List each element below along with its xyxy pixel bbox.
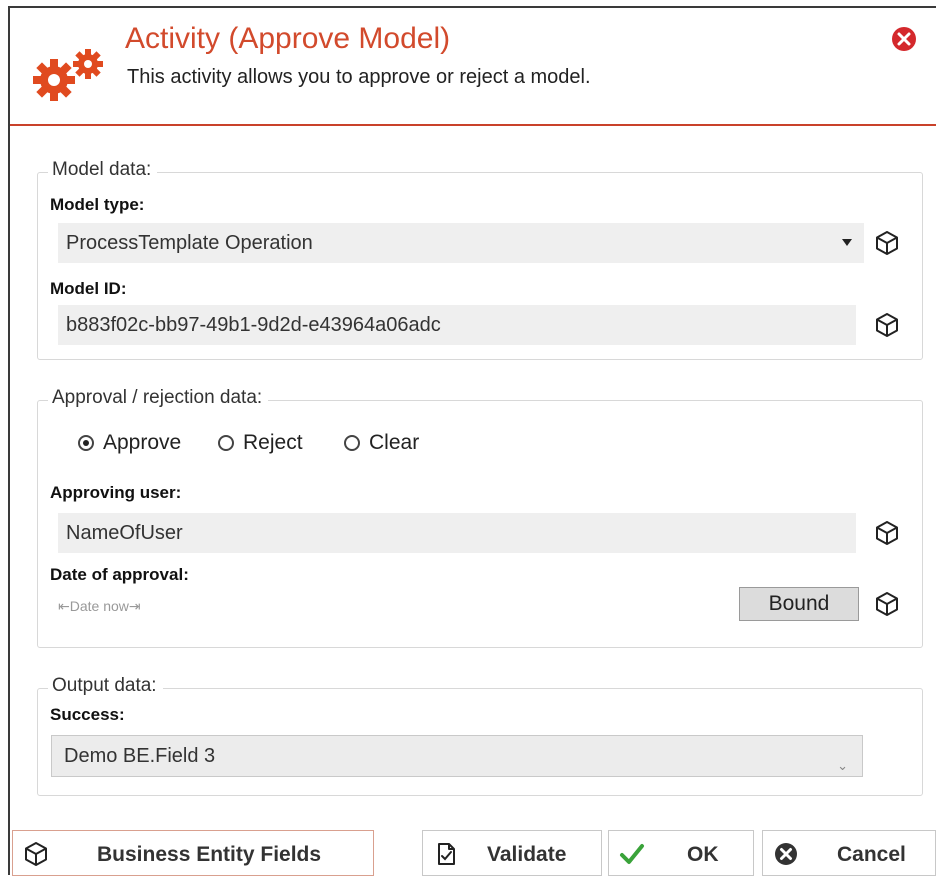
success-select[interactable]: Demo BE.Field 3 ⌄ <box>51 735 863 777</box>
approving-user-input[interactable]: NameOfUser <box>58 513 856 553</box>
radio-checked-icon <box>78 435 94 451</box>
document-check-icon <box>438 843 455 865</box>
date-now-token: ⇤Date now⇥ <box>58 598 141 615</box>
dropdown-arrow-icon <box>842 239 852 246</box>
cancel-label: Cancel <box>837 843 906 866</box>
model-data-legend: Model data: <box>48 159 158 181</box>
output-data-legend: Output data: <box>48 675 163 697</box>
date-now-text: Date now <box>69 598 129 614</box>
model-type-label: Model type: <box>50 195 145 214</box>
model-type-value: ProcessTemplate Operation <box>66 232 313 254</box>
ok-button[interactable]: OK <box>608 830 754 876</box>
cube-icon <box>25 842 47 866</box>
model-id-input[interactable]: b883f02c-bb97-49b1-9d2d-e43964a06adc <box>58 305 856 345</box>
success-value: Demo BE.Field 3 <box>64 745 216 767</box>
check-icon <box>620 844 644 864</box>
radio-unchecked-icon <box>218 435 234 451</box>
cancel-icon <box>775 843 797 865</box>
output-data-group: Output data: Success: Demo BE.Field 3 ⌄ <box>37 675 923 796</box>
token-left-arrow-icon: ⇤ <box>58 598 70 614</box>
activity-dialog: Activity (Approve Model) This activity a… <box>8 6 936 877</box>
radio-clear-label: Clear <box>369 431 420 454</box>
token-right-arrow-icon: ⇥ <box>128 598 141 614</box>
cancel-button[interactable]: Cancel <box>762 830 936 876</box>
bound-button[interactable]: Bound <box>739 587 859 621</box>
chevron-down-icon: ⌄ <box>837 758 848 773</box>
dialog-subtitle: This activity allows you to approve or r… <box>127 66 591 88</box>
radio-reject[interactable]: Reject <box>218 431 303 455</box>
model-data-group: Model data: Model type: ProcessTemplate … <box>37 159 923 360</box>
approval-data-group: Approval / rejection data: Approve Rejec… <box>37 387 923 648</box>
validate-label: Validate <box>487 843 567 866</box>
radio-reject-label: Reject <box>243 431 303 454</box>
radio-clear[interactable]: Clear <box>344 431 419 455</box>
dialog-title: Activity (Approve Model) <box>125 22 451 55</box>
success-label: Success: <box>50 705 125 724</box>
close-icon[interactable] <box>890 25 918 53</box>
cube-icon[interactable] <box>874 230 900 256</box>
dialog-header: Activity (Approve Model) This activity a… <box>10 8 936 126</box>
radio-approve[interactable]: Approve <box>78 431 181 455</box>
cube-icon[interactable] <box>874 312 900 338</box>
validate-button[interactable]: Validate <box>422 830 602 876</box>
model-id-label: Model ID: <box>50 279 127 298</box>
dialog-button-bar: Business Entity Fields Validate OK Cance… <box>10 828 936 877</box>
date-of-approval-label: Date of approval: <box>50 565 189 584</box>
approving-user-label: Approving user: <box>50 483 182 502</box>
ok-label: OK <box>687 843 719 866</box>
cube-icon[interactable] <box>874 591 900 617</box>
gears-icon <box>33 49 103 101</box>
radio-unchecked-icon <box>344 435 360 451</box>
business-entity-fields-label: Business Entity Fields <box>97 843 322 866</box>
radio-approve-label: Approve <box>103 431 182 454</box>
cube-icon[interactable] <box>874 520 900 546</box>
model-type-select[interactable]: ProcessTemplate Operation <box>58 223 864 263</box>
business-entity-fields-button[interactable]: Business Entity Fields <box>12 830 374 876</box>
approval-data-legend: Approval / rejection data: <box>48 387 269 409</box>
